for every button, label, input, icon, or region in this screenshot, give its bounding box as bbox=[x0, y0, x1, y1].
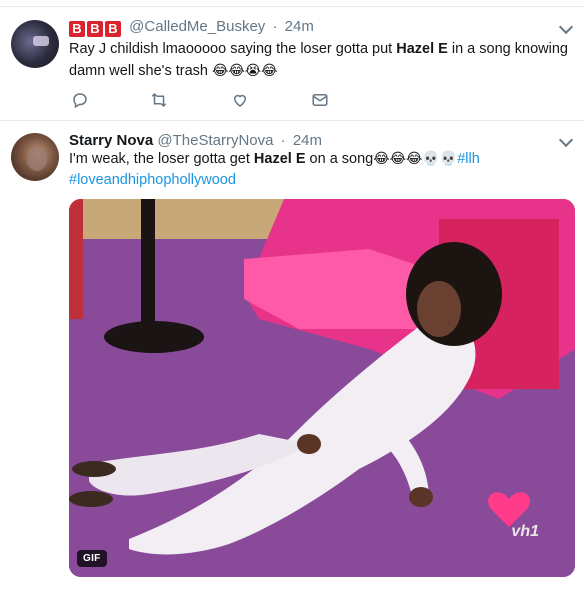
chevron-down-icon[interactable] bbox=[558, 132, 574, 148]
hashtag-link[interactable]: #llh bbox=[457, 151, 480, 167]
avatar-detail bbox=[33, 36, 49, 46]
avatar[interactable] bbox=[11, 133, 59, 181]
gif-frame-image bbox=[69, 199, 575, 577]
display-name[interactable]: Starry Nova bbox=[69, 132, 153, 149]
badge-letter: B bbox=[87, 21, 103, 37]
message-icon[interactable] bbox=[311, 91, 329, 109]
gif-badge: GIF bbox=[77, 550, 107, 567]
retweet-icon[interactable] bbox=[150, 91, 168, 109]
hashtag-link[interactable]: #loveandhiphophollywood bbox=[69, 172, 236, 188]
badge-letter: B bbox=[105, 21, 121, 37]
text-bold-segment: Hazel E bbox=[396, 41, 448, 57]
separator: · bbox=[280, 132, 286, 149]
tweet-text: I'm weak, the loser gotta get Hazel E on… bbox=[69, 148, 569, 191]
tweet[interactable]: B B B @CalledMe_Buskey · 24m Ray J child… bbox=[0, 8, 585, 121]
text-segment: I'm weak, the loser gotta get bbox=[69, 151, 254, 167]
separator: · bbox=[272, 18, 278, 35]
avatar[interactable] bbox=[11, 20, 59, 68]
text-bold-segment: Hazel E bbox=[253, 151, 306, 167]
emoji-group: 😂😂😂💀💀 bbox=[373, 150, 458, 166]
tweet-text: Ray J childish lmaooooo saying the loser… bbox=[69, 39, 569, 82]
gif-media[interactable]: vh1 GIF bbox=[69, 199, 575, 577]
text-segment: on a song bbox=[305, 151, 374, 167]
text-segment: Ray J childish lmaooooo saying the loser… bbox=[69, 41, 397, 57]
emoji-group: 😂😂😭😂 bbox=[212, 62, 278, 78]
user-handle[interactable]: @TheStarryNova bbox=[157, 132, 273, 149]
watermark: vh1 bbox=[511, 523, 539, 540]
user-handle[interactable]: @CalledMe_Buskey bbox=[129, 18, 265, 35]
like-icon[interactable] bbox=[231, 91, 249, 109]
reply-icon[interactable] bbox=[71, 91, 89, 109]
tweet-timestamp[interactable]: 24m bbox=[293, 132, 322, 149]
tweet-timestamp[interactable]: 24m bbox=[285, 18, 314, 35]
tweet-header: B B B @CalledMe_Buskey · 24m bbox=[69, 17, 314, 37]
display-name-badges[interactable]: B B B bbox=[69, 21, 121, 37]
badge-letter: B bbox=[69, 21, 85, 37]
tweet[interactable]: Starry Nova @TheStarryNova · 24m I'm wea… bbox=[0, 121, 585, 589]
chevron-down-icon[interactable] bbox=[558, 19, 574, 35]
avatar-detail bbox=[27, 147, 47, 171]
timeline-top-divider bbox=[0, 6, 585, 7]
